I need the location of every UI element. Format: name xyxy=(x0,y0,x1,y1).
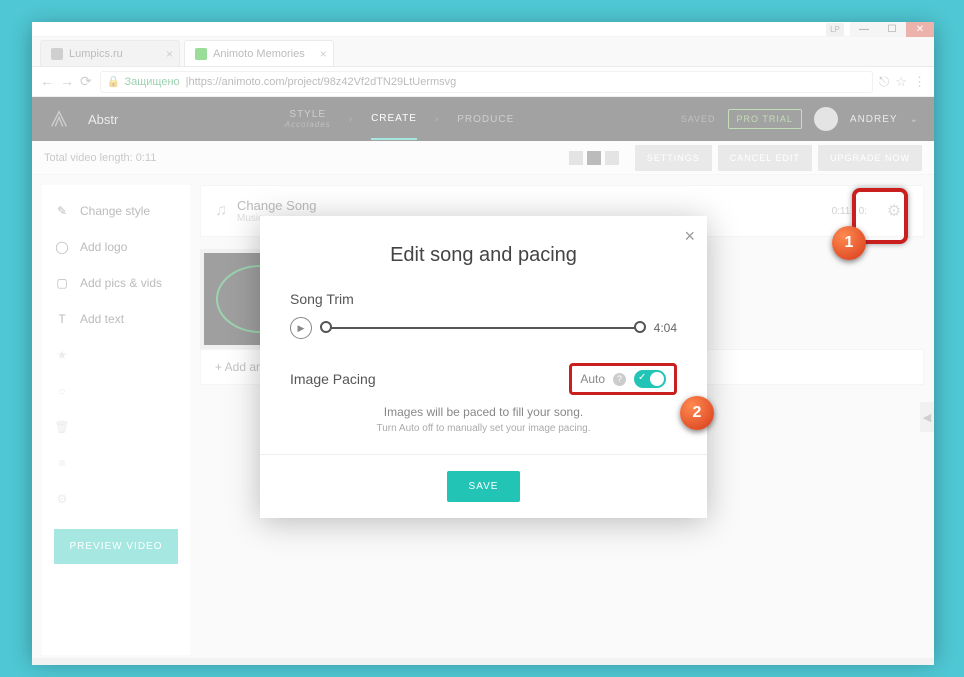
auto-pacing-toggle[interactable]: ✓ xyxy=(634,370,666,388)
pacing-description: Images will be paced to fill your song. xyxy=(290,405,677,419)
toggle-knob xyxy=(650,372,664,386)
image-pacing-label: Image Pacing xyxy=(290,371,376,387)
auto-label: Auto xyxy=(580,372,605,386)
help-icon[interactable]: ? xyxy=(613,373,626,386)
save-button[interactable]: SAVE xyxy=(447,471,521,502)
trim-end-handle[interactable] xyxy=(634,321,646,333)
trim-start-handle[interactable] xyxy=(320,321,332,333)
edit-song-pacing-modal: × Edit song and pacing Song Trim ▶ 4:04 … xyxy=(260,216,707,518)
song-trim-slider[interactable] xyxy=(322,327,644,329)
auto-pacing-group: Auto ? ✓ xyxy=(569,363,677,395)
play-icon[interactable]: ▶ xyxy=(290,317,312,339)
check-icon: ✓ xyxy=(638,372,646,383)
modal-title: Edit song and pacing xyxy=(260,216,707,291)
trim-duration: 4:04 xyxy=(654,321,677,335)
pacing-hint: Turn Auto off to manually set your image… xyxy=(290,423,677,434)
modal-close-icon[interactable]: × xyxy=(684,226,695,247)
song-trim-label: Song Trim xyxy=(290,291,677,307)
